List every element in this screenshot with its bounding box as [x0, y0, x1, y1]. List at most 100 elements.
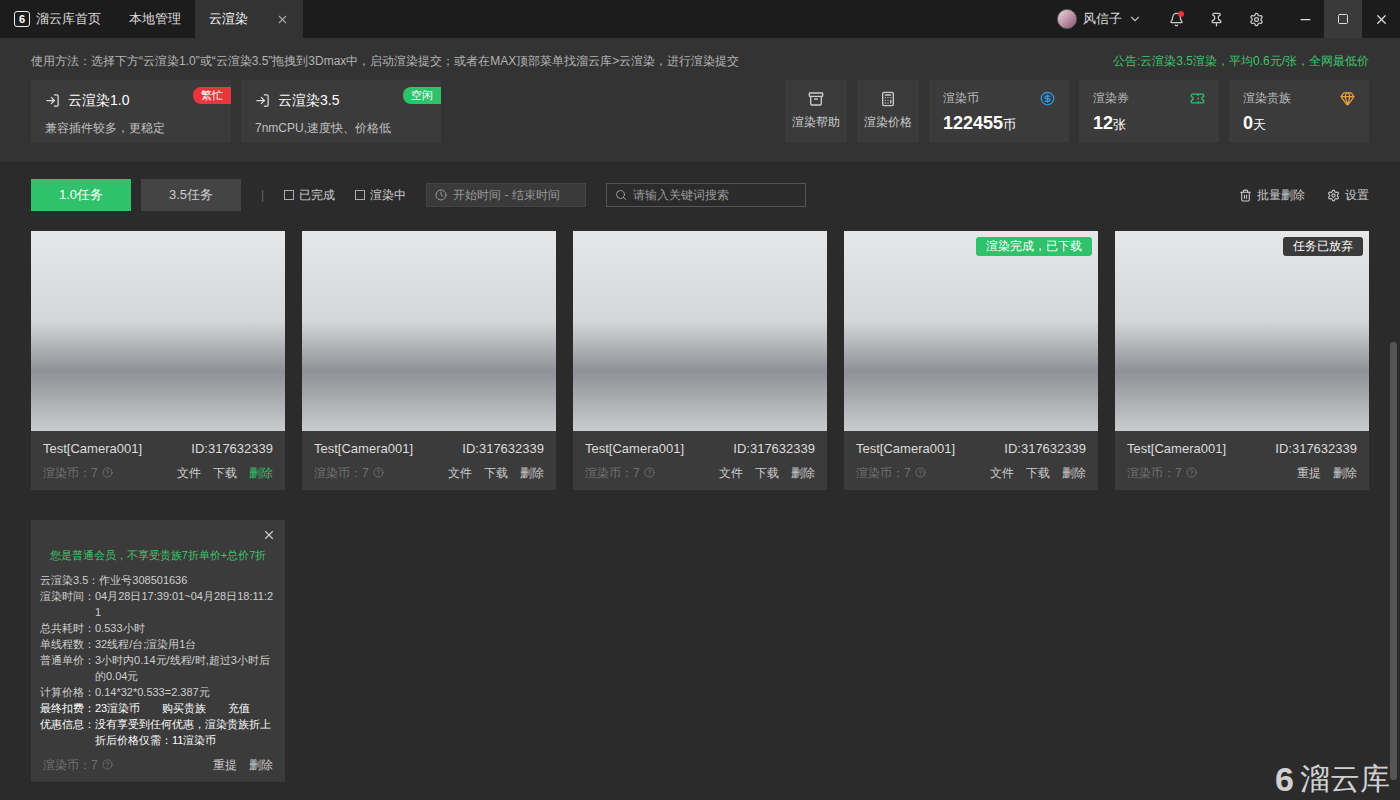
card-action[interactable]: 下载: [755, 464, 779, 482]
card-action[interactable]: 重提: [1297, 464, 1321, 482]
card-cost: 渲染币：7: [856, 464, 926, 482]
card-action[interactable]: 删除: [249, 756, 273, 774]
pin-button[interactable]: [1196, 0, 1236, 38]
gear-icon: [1327, 189, 1340, 202]
stat-card: 渲染贵族 0天: [1229, 80, 1369, 142]
task-card[interactable]: 任务已放弃Test[Camera001]ID:317632339渲染币：7重提删…: [1115, 231, 1369, 490]
tool-button[interactable]: 渲染价格: [857, 80, 919, 142]
card-action[interactable]: 删除: [1333, 464, 1357, 482]
detail-rows: 云渲染3.5：作业号308501636渲染时间：04月28日17:39:01~0…: [40, 572, 276, 748]
date-range-field[interactable]: 开始时间 - 结束时间: [426, 183, 586, 207]
card-action[interactable]: 文件: [719, 464, 743, 482]
tab-label: 本地管理: [129, 9, 181, 29]
render-preview: 任务已放弃: [1115, 231, 1369, 431]
detail-label: 普通单价：: [40, 652, 95, 684]
help-icon[interactable]: [102, 467, 113, 478]
task-name: Test[Camera001]: [585, 439, 684, 459]
card-action[interactable]: 文件: [990, 464, 1014, 482]
filter-checkbox[interactable]: 渲染中: [355, 186, 406, 204]
task-name: Test[Camera001]: [43, 439, 142, 459]
task-card[interactable]: Test[Camera001]ID:317632339渲染币：7文件下载删除: [31, 231, 285, 490]
close-tab-icon[interactable]: [276, 13, 289, 26]
help-box-icon: [808, 91, 824, 107]
stat-label: 渲染币: [943, 89, 979, 107]
help-icon[interactable]: [102, 759, 113, 770]
window-tab[interactable]: 云渲染: [195, 0, 303, 38]
task-id: ID:317632339: [733, 439, 815, 459]
detail-row: 总共耗时：0.533小时: [40, 620, 276, 636]
user-area[interactable]: 风信子: [1057, 0, 1156, 38]
detail-link[interactable]: 购买贵族: [162, 702, 206, 714]
logo-icon: 6: [14, 11, 30, 27]
task-id: ID:317632339: [1275, 439, 1357, 459]
maximize-icon: [1337, 13, 1349, 25]
task-tab[interactable]: 3.5任务: [141, 179, 241, 211]
card-cost: 渲染币：7: [1127, 464, 1197, 482]
card-info: Test[Camera001]ID:317632339渲染币：7文件下载删除: [302, 431, 556, 490]
card-actions: 重提删除: [213, 756, 273, 774]
task-card[interactable]: Test[Camera001]ID:317632339渲染币：7文件下载删除: [302, 231, 556, 490]
card-action[interactable]: 下载: [484, 464, 508, 482]
task-tab[interactable]: 1.0任务: [31, 179, 131, 211]
card-action[interactable]: 文件: [177, 464, 201, 482]
card-action[interactable]: 删除: [791, 464, 815, 482]
card-cost: 渲染币：7: [43, 464, 113, 482]
close-button[interactable]: [1362, 0, 1400, 38]
scrollbar-track: [1390, 163, 1397, 800]
usage-row: 使用方法：选择下方“云渲染1.0”或“云渲染3.5”拖拽到3Dmax中，启动渲染…: [31, 52, 1369, 70]
card-cost: 渲染币：7: [585, 464, 655, 482]
tool-button[interactable]: 渲染帮助: [785, 80, 847, 142]
card-action[interactable]: 文件: [448, 464, 472, 482]
stat-value: 122455: [943, 110, 1003, 137]
task-card[interactable]: 渲染完成，已下载Test[Camera001]ID:317632339渲染币：7…: [844, 231, 1098, 490]
render-option-card[interactable]: 云渲染1.0兼容插件较多，更稳定繁忙: [31, 80, 231, 142]
scrollbar-thumb[interactable]: [1390, 342, 1397, 780]
tool-label: 渲染帮助: [792, 113, 840, 131]
checkbox-box: [284, 190, 294, 200]
detail-value: 没有享受到任何优惠，渲染贵族折上折后价格仅需：11渲染币: [95, 716, 276, 748]
card-action[interactable]: 删除: [1062, 464, 1086, 482]
detail-row: 计算价格：0.14*32*0.533=2.387元: [40, 684, 276, 700]
help-icon[interactable]: [1186, 467, 1197, 478]
option-desc: 7nmCPU,速度快、价格低: [255, 119, 427, 137]
app-window: 6溜云库首页本地管理云渲染 风信子使用方法：选择下方“云渲染1.0”或“云渲染3.…: [0, 0, 1400, 800]
close-icon: [1374, 12, 1389, 27]
stat-label: 渲染贵族: [1243, 89, 1291, 107]
detail-link[interactable]: 充值: [228, 702, 250, 714]
help-icon[interactable]: [915, 467, 926, 478]
calculator-icon: [880, 91, 896, 107]
window-tab[interactable]: 6溜云库首页: [0, 0, 115, 38]
card-action[interactable]: 下载: [1026, 464, 1050, 482]
card-info: Test[Camera001] ID:317632339 渲染币：7 文件下载删除: [573, 431, 827, 490]
help-icon[interactable]: [373, 467, 384, 478]
settings-button[interactable]: [1236, 0, 1276, 38]
detail-value: 3小时内0.14元/线程/时,超过3小时后的0.04元: [95, 652, 276, 684]
close-icon[interactable]: [262, 528, 276, 542]
render-option-card[interactable]: 云渲染3.57nmCPU,速度快、价格低空闲: [241, 80, 441, 142]
bell-button[interactable]: [1156, 0, 1196, 38]
delete-action[interactable]: 批量删除: [1239, 186, 1305, 204]
card-action[interactable]: 下载: [213, 464, 237, 482]
search-field[interactable]: 请输入关键词搜索: [606, 183, 806, 207]
trash-icon: [1239, 189, 1252, 202]
card-action[interactable]: 重提: [213, 756, 237, 774]
minimize-button[interactable]: [1286, 0, 1324, 38]
window-tab[interactable]: 本地管理: [115, 0, 195, 38]
tool-label: 渲染价格: [864, 113, 912, 131]
watermark: 6溜云库: [1275, 762, 1390, 796]
status-badge: 任务已放弃: [1283, 237, 1363, 256]
card-action[interactable]: 删除: [249, 464, 273, 482]
stat-value: 0: [1243, 110, 1253, 137]
stat-card: 渲染币122455币: [929, 80, 1069, 142]
detail-value: 23渲染币购买贵族充值: [95, 700, 276, 716]
option-title: 云渲染3.5: [278, 90, 339, 111]
task-card[interactable]: Test[Camera001] ID:317632339 渲染币：7 文件下载删除: [573, 231, 827, 490]
render-preview: [302, 231, 556, 431]
maximize-button[interactable]: [1324, 0, 1362, 38]
settings-action[interactable]: 设置: [1327, 186, 1369, 204]
filter-checkbox[interactable]: 已完成: [284, 186, 335, 204]
stat-unit: 天: [1253, 115, 1266, 135]
detail-value: 04月28日17:39:01~04月28日18:11:21: [95, 588, 276, 620]
card-action[interactable]: 删除: [520, 464, 544, 482]
help-icon[interactable]: [644, 467, 655, 478]
